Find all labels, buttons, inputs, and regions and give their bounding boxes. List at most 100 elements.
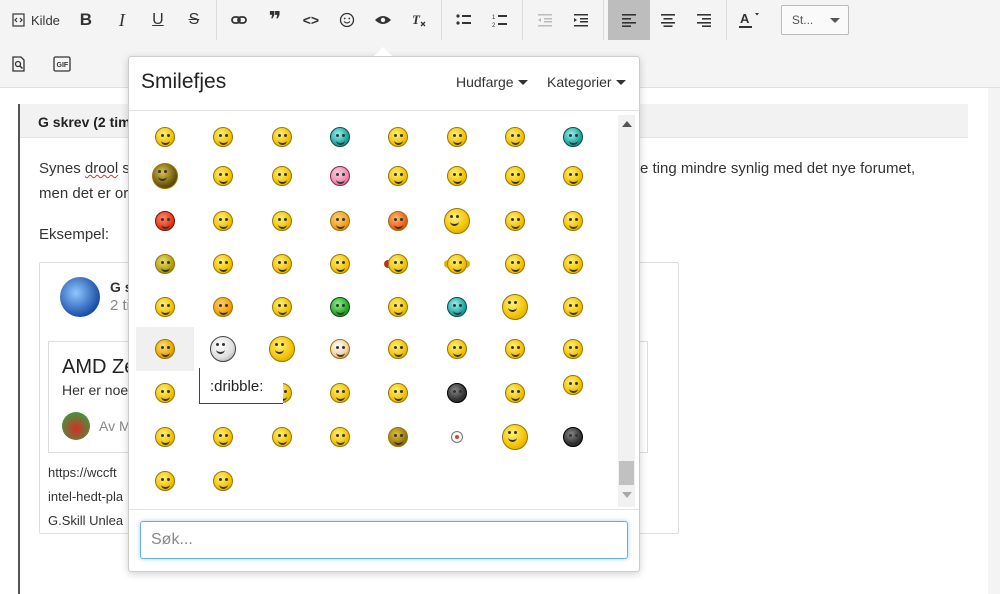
categories-dropdown[interactable]: Kategorier: [547, 74, 626, 90]
page-scrollbar[interactable]: [988, 88, 1000, 594]
emoji-cell[interactable]: [428, 327, 486, 371]
bold-button[interactable]: B: [68, 0, 104, 40]
emoji-cell[interactable]: [369, 287, 427, 327]
underline-button[interactable]: U: [140, 0, 176, 40]
strikethrough-button[interactable]: S: [176, 0, 212, 40]
emoji-cell[interactable]: [136, 117, 194, 157]
emoji-cell[interactable]: [194, 327, 252, 371]
emoji-cell[interactable]: [486, 415, 544, 459]
bulleted-list-button[interactable]: [446, 0, 482, 40]
emoji-cell[interactable]: [544, 287, 602, 327]
emoji-search-input[interactable]: [140, 521, 628, 559]
emoji-cell[interactable]: [311, 415, 369, 459]
emoji-cell[interactable]: [253, 327, 311, 371]
emoji-cell[interactable]: [544, 201, 602, 241]
emoji-cell[interactable]: [136, 244, 194, 284]
preview-button[interactable]: [365, 0, 401, 40]
emoji-cell[interactable]: [369, 327, 427, 371]
align-center-button[interactable]: [650, 0, 686, 40]
emoji-cell[interactable]: [311, 201, 369, 241]
quote-button[interactable]: ❞: [257, 0, 293, 40]
emoji-scrollbar[interactable]: [618, 115, 635, 507]
gif-button[interactable]: GIF: [44, 44, 80, 84]
emoji-cell[interactable]: [194, 117, 252, 157]
hmm-emoji-icon: [505, 339, 525, 359]
align-right-button[interactable]: [686, 0, 722, 40]
emoji-cell[interactable]: [428, 415, 486, 459]
emoji-cell[interactable]: [253, 156, 311, 196]
emoji-cell[interactable]: [544, 156, 602, 196]
indent-button[interactable]: [563, 0, 599, 40]
emoji-cell-hovered[interactable]: [136, 327, 194, 371]
emoji-cell[interactable]: [486, 287, 544, 327]
align-left-button[interactable]: [607, 0, 650, 40]
emoji-cell[interactable]: [369, 244, 427, 284]
emoji-cell[interactable]: [311, 287, 369, 327]
emoji-button[interactable]: [329, 0, 365, 40]
text-color-button[interactable]: A: [731, 0, 767, 40]
emoji-cell[interactable]: [136, 156, 194, 196]
emoji-cell[interactable]: [136, 201, 194, 241]
emoji-cell[interactable]: [544, 244, 602, 284]
scroll-thumb[interactable]: [619, 461, 634, 485]
link-line[interactable]: https://wccft: [48, 461, 123, 485]
emoji-cell[interactable]: [428, 156, 486, 196]
emoji-cell[interactable]: [311, 244, 369, 284]
skin-tone-dropdown[interactable]: Hudfarge: [456, 74, 528, 90]
outdent-button[interactable]: [527, 0, 563, 40]
emoji-cell[interactable]: [194, 244, 252, 284]
emoji-cell[interactable]: [486, 327, 544, 371]
emoji-cell[interactable]: [486, 371, 544, 415]
emoji-cell[interactable]: [428, 244, 486, 284]
emoji-cell[interactable]: [428, 201, 486, 241]
emoji-cell[interactable]: [311, 156, 369, 196]
emoji-cell[interactable]: [369, 156, 427, 196]
emoji-cell[interactable]: [136, 415, 194, 459]
emoji-cell[interactable]: [369, 201, 427, 241]
emoji-cell[interactable]: [428, 371, 486, 415]
link-button[interactable]: [221, 0, 257, 40]
emoji-cell[interactable]: [253, 415, 311, 459]
emoji-cell[interactable]: [194, 287, 252, 327]
emoji-cell[interactable]: [194, 156, 252, 196]
emoji-cell[interactable]: [253, 244, 311, 284]
emoji-cell[interactable]: [253, 287, 311, 327]
scroll-down-icon[interactable]: [622, 492, 632, 498]
emoji-cell[interactable]: [486, 156, 544, 196]
emoji-cell[interactable]: [194, 459, 252, 503]
emoji-cell[interactable]: [486, 244, 544, 284]
emoji-cell[interactable]: [253, 117, 311, 157]
emoji-cell[interactable]: [544, 117, 602, 157]
emoji-cell[interactable]: [486, 117, 544, 157]
emoji-cell[interactable]: [311, 117, 369, 157]
emoji-cell[interactable]: [544, 415, 602, 459]
emoji-cell[interactable]: [136, 371, 194, 415]
code-button[interactable]: <>: [293, 0, 329, 40]
emoji-cell[interactable]: [311, 327, 369, 371]
italic-button[interactable]: I: [104, 0, 140, 40]
link-text: https://wccft intel-hedt-pla G.Skill Unl…: [48, 461, 123, 533]
emoji-cell[interactable]: [428, 287, 486, 327]
emoji-cell[interactable]: [194, 201, 252, 241]
link-line[interactable]: G.Skill Unlea: [48, 509, 123, 533]
find-button[interactable]: [0, 44, 36, 84]
joy-emoji-icon: [213, 471, 233, 491]
emoji-cell[interactable]: [136, 287, 194, 327]
source-button[interactable]: Kilde: [0, 0, 68, 40]
emoji-cell[interactable]: [486, 201, 544, 241]
scroll-up-icon[interactable]: [622, 121, 632, 127]
styles-dropdown[interactable]: St...: [780, 5, 849, 35]
emoji-cell[interactable]: [311, 371, 369, 415]
link-line[interactable]: intel-hedt-pla: [48, 485, 123, 509]
card-description: Her er noe: [62, 382, 129, 398]
emoji-cell[interactable]: [136, 459, 194, 503]
emoji-cell[interactable]: [253, 201, 311, 241]
emoji-cell[interactable]: [369, 117, 427, 157]
emoji-cell[interactable]: [544, 363, 602, 407]
emoji-cell[interactable]: [369, 371, 427, 415]
numbered-list-button[interactable]: 12: [482, 0, 518, 40]
emoji-cell[interactable]: [369, 415, 427, 459]
emoji-cell[interactable]: [428, 117, 486, 157]
clear-format-button[interactable]: T: [401, 0, 437, 40]
emoji-cell[interactable]: [194, 415, 252, 459]
